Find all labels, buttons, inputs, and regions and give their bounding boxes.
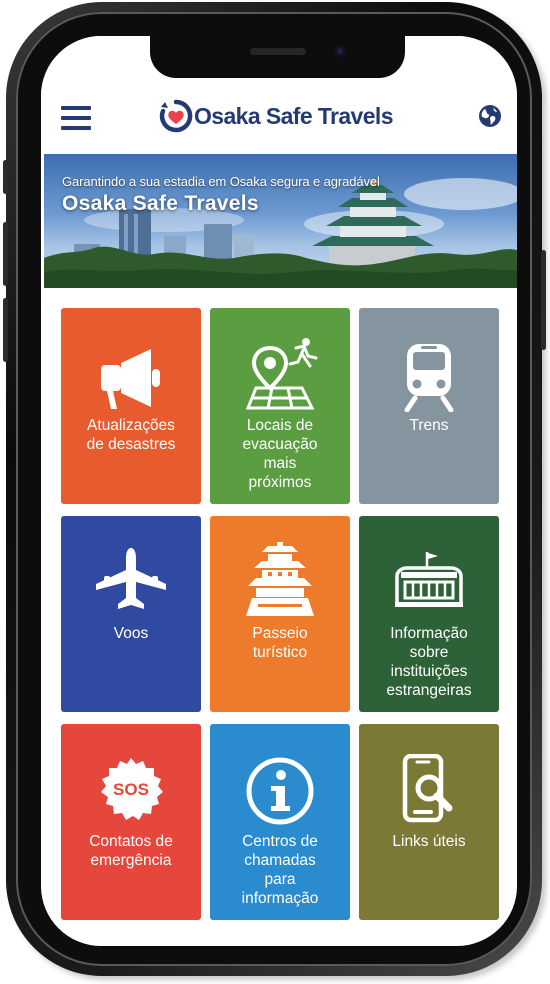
hero-banner: Garantindo a sua estadia em Osaka segura… bbox=[44, 154, 517, 288]
volume-down-button bbox=[3, 298, 8, 362]
tile-call-centers[interactable]: Centros de chamadas para informação bbox=[210, 724, 350, 920]
banner-subtitle: Garantindo a sua estadia em Osaka segura… bbox=[62, 174, 380, 189]
app-screen: Osaka Safe Travels Garantindo a sua esta… bbox=[41, 36, 517, 946]
tile-trains[interactable]: Trens bbox=[359, 308, 499, 504]
globe-icon[interactable] bbox=[478, 104, 502, 128]
tile-flights[interactable]: Voos bbox=[61, 516, 201, 712]
search-phone-icon bbox=[402, 754, 453, 823]
banner-title: Osaka Safe Travels bbox=[62, 192, 259, 215]
tile-label: Contatos de emergência bbox=[89, 833, 173, 869]
front-camera bbox=[334, 45, 346, 57]
tile-label: Locais de evacuação mais próximos bbox=[242, 417, 318, 491]
megaphone-icon bbox=[101, 349, 160, 409]
power-button bbox=[541, 250, 546, 350]
tile-sightseeing[interactable]: Passeio turístico bbox=[210, 516, 350, 712]
app-logo: Osaka Safe Travels bbox=[156, 96, 394, 136]
evacuation-map-icon bbox=[245, 338, 318, 410]
tile-label: Voos bbox=[113, 625, 149, 642]
notch bbox=[150, 36, 405, 78]
tile-label: Links úteis bbox=[392, 833, 466, 850]
tile-label: Trens bbox=[409, 417, 449, 434]
mute-switch bbox=[3, 160, 8, 194]
hamburger-menu-icon[interactable] bbox=[61, 106, 91, 130]
castle-icon bbox=[246, 542, 314, 616]
tile-evacuation-sites[interactable]: Locais de evacuação mais próximos bbox=[210, 308, 350, 504]
tile-label: Centros de chamadas para informação bbox=[241, 833, 319, 907]
tile-foreign-institutions[interactable]: Informação sobre instituições estrangeir… bbox=[359, 516, 499, 712]
sos-icon-text: SOS bbox=[113, 780, 149, 799]
airplane-icon bbox=[96, 548, 166, 609]
train-icon bbox=[404, 344, 454, 412]
information-icon bbox=[246, 757, 314, 825]
tile-useful-links[interactable]: Links úteis bbox=[359, 724, 499, 920]
tile-label: Passeio turístico bbox=[252, 625, 308, 661]
logo-text: Osaka Safe Travels bbox=[194, 102, 394, 129]
tile-label: Informação sobre instituições estrangeir… bbox=[386, 625, 472, 699]
tile-emergency-contacts[interactable]: SOS Contatos de emergência bbox=[61, 724, 201, 920]
sos-icon: SOS bbox=[101, 758, 163, 820]
tile-disaster-updates[interactable]: Atualizações de desastres bbox=[61, 308, 201, 504]
volume-up-button bbox=[3, 222, 8, 286]
logo-heart-icon bbox=[159, 99, 193, 133]
embassy-building-icon bbox=[395, 552, 463, 607]
tile-label: Atualizações de desastres bbox=[86, 417, 176, 453]
earpiece-speaker bbox=[250, 48, 306, 55]
